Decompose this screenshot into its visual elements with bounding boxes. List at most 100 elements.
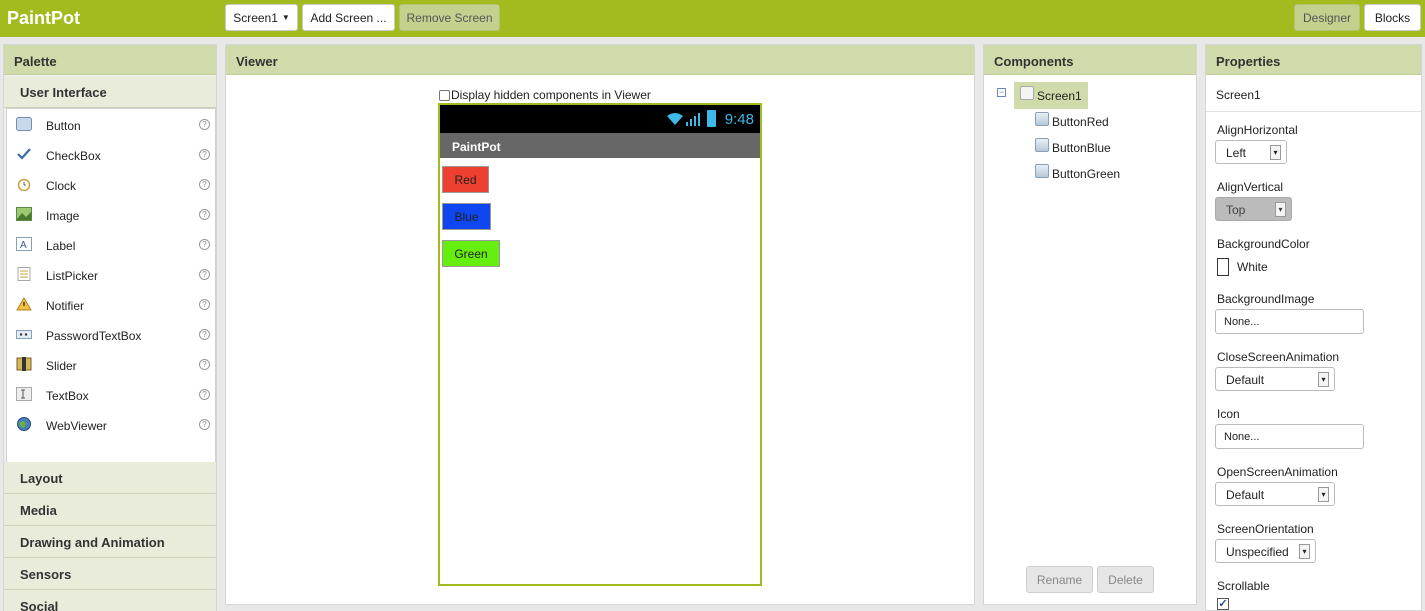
tree-node-label: ButtonGreen	[1052, 167, 1121, 181]
chevron-down-icon: ▾	[1318, 487, 1329, 502]
alignhorizontal-select[interactable]: Left ▾	[1215, 140, 1287, 164]
icon-field[interactable]: None...	[1215, 424, 1364, 449]
tree-node-buttongreen[interactable]: ButtonGreen	[1035, 164, 1121, 183]
select-value: Top	[1226, 203, 1246, 217]
scrollable-checkbox[interactable]: ✓	[1217, 598, 1229, 610]
prop-label-alignvertical: AlignVertical	[1217, 180, 1284, 194]
designer-button[interactable]: Designer	[1294, 4, 1360, 31]
blocks-button[interactable]: Blocks	[1364, 4, 1421, 31]
palette-item-slider[interactable]: Slider?	[7, 349, 215, 379]
prop-label-icon: Icon	[1217, 407, 1240, 421]
select-value: Default	[1226, 373, 1265, 387]
palette-item-label: Button	[46, 119, 81, 133]
help-icon[interactable]: ?	[199, 269, 210, 280]
closescreenanimation-select[interactable]: Default ▾	[1215, 367, 1335, 391]
phone-button-green[interactable]: Green	[442, 240, 500, 267]
tree-node-screen1[interactable]: Screen1	[1014, 82, 1088, 109]
notifier-icon	[16, 297, 32, 311]
tree-node-buttonred[interactable]: ButtonRed	[1035, 112, 1109, 131]
help-icon[interactable]: ?	[199, 119, 210, 130]
select-value: Left	[1226, 146, 1247, 160]
chevron-down-icon: ▾	[1270, 145, 1281, 160]
prop-label-alignhorizontal: AlignHorizontal	[1217, 123, 1298, 137]
palette-item-label: Notifier	[46, 299, 85, 313]
screen-select-label: Screen1	[233, 10, 278, 25]
viewer-panel: Viewer Display hidden components in View…	[225, 44, 975, 605]
openscreenanimation-select[interactable]: Default ▾	[1215, 482, 1335, 506]
prop-label-backgroundimage: BackgroundImage	[1217, 292, 1315, 306]
backgroundcolor-value[interactable]: White	[1237, 260, 1268, 274]
webviewer-icon	[16, 417, 32, 431]
properties-panel: Properties Screen1 AlignHorizontal Left …	[1205, 44, 1422, 611]
screen-select-button[interactable]: Screen1 ▼	[225, 4, 298, 31]
color-swatch[interactable]	[1217, 258, 1229, 276]
image-icon	[16, 207, 32, 221]
viewer-title: Viewer	[226, 45, 974, 75]
button-icon	[1035, 112, 1049, 126]
help-icon[interactable]: ?	[199, 179, 210, 190]
palette-item-image[interactable]: Image?	[7, 199, 215, 229]
palette-item-label: Image	[46, 209, 80, 223]
screenorientation-select[interactable]: Unspecified ▾	[1215, 539, 1316, 563]
alignvertical-select[interactable]: Top ▾	[1215, 197, 1292, 221]
display-hidden-label: Display hidden components in Viewer	[451, 88, 651, 102]
palette-item-button[interactable]: Button?	[7, 109, 215, 139]
palette-item-passwordtextbox[interactable]: PasswordTextBox?	[7, 319, 215, 349]
palette-item-label: ListPicker	[46, 269, 99, 283]
palette-item-label: PasswordTextBox	[46, 329, 142, 343]
palette-item-listpicker[interactable]: ListPicker?	[7, 259, 215, 289]
components-panel: Components − Screen1 ButtonRed ButtonBlu…	[983, 44, 1197, 605]
button-icon	[1035, 164, 1049, 178]
remove-screen-button[interactable]: Remove Screen	[399, 4, 500, 31]
palette-item-label: CheckBox	[46, 149, 101, 163]
phone-button-red[interactable]: Red	[442, 166, 489, 193]
palette-section-layout[interactable]: Layout	[4, 462, 216, 494]
palette-section-social[interactable]: Social	[4, 590, 216, 611]
tree-node-label: ButtonRed	[1052, 115, 1109, 129]
palette-item-label[interactable]: A Label?	[7, 229, 215, 259]
palette-item-webviewer[interactable]: WebViewer?	[7, 409, 215, 439]
palette-item-label: WebViewer	[46, 419, 107, 433]
help-icon[interactable]: ?	[199, 149, 210, 160]
prop-label-scrollable: Scrollable	[1217, 579, 1270, 593]
palette-section-media[interactable]: Media	[4, 494, 216, 526]
passwordtextbox-icon	[16, 327, 32, 341]
palette-item-clock[interactable]: Clock?	[7, 169, 215, 199]
phone-screen-title: PaintPot	[440, 133, 760, 158]
prop-label-backgroundcolor: BackgroundColor	[1217, 237, 1310, 251]
help-icon[interactable]: ?	[199, 329, 210, 340]
palette-section-user-interface[interactable]: User Interface	[4, 76, 216, 108]
help-icon[interactable]: ?	[199, 389, 210, 400]
palette-panel: Palette User Interface Button? CheckBox? C…	[3, 44, 217, 611]
phone-preview: 9:48 PaintPot Red Blue Green	[438, 103, 762, 586]
phone-button-blue[interactable]: Blue	[442, 203, 491, 230]
display-hidden-checkbox[interactable]: Display hidden components in Viewer	[439, 88, 651, 102]
palette-section-drawing-animation[interactable]: Drawing and Animation	[4, 526, 216, 558]
palette-item-notifier[interactable]: Notifier?	[7, 289, 215, 319]
svg-text:A: A	[20, 240, 27, 251]
palette-title: Palette	[4, 45, 216, 75]
chevron-down-icon: ▾	[1299, 544, 1310, 559]
help-icon[interactable]: ?	[199, 419, 210, 430]
help-icon[interactable]: ?	[199, 239, 210, 250]
select-value: Unspecified	[1226, 545, 1289, 559]
app-title: PaintPot	[7, 8, 81, 28]
collapse-icon[interactable]: −	[997, 88, 1006, 97]
palette-item-label: Slider	[46, 359, 77, 373]
palette-item-list: Button? CheckBox? Clock? Image? A Label? ListP…	[6, 108, 216, 505]
checkbox-box[interactable]	[439, 89, 450, 101]
select-value: Default	[1226, 488, 1265, 502]
tree-node-buttonblue[interactable]: ButtonBlue	[1035, 138, 1111, 157]
rename-button[interactable]: Rename	[1026, 566, 1093, 593]
help-icon[interactable]: ?	[199, 209, 210, 220]
add-screen-button[interactable]: Add Screen ...	[302, 4, 395, 31]
backgroundimage-field[interactable]: None...	[1215, 309, 1364, 334]
palette-item-checkbox[interactable]: CheckBox?	[7, 139, 215, 169]
delete-button[interactable]: Delete	[1097, 566, 1154, 593]
palette-item-textbox[interactable]: TextBox?	[7, 379, 215, 409]
divider	[1206, 111, 1421, 112]
button-icon	[1035, 138, 1049, 152]
help-icon[interactable]: ?	[199, 359, 210, 370]
palette-section-sensors[interactable]: Sensors	[4, 558, 216, 590]
help-icon[interactable]: ?	[199, 299, 210, 310]
